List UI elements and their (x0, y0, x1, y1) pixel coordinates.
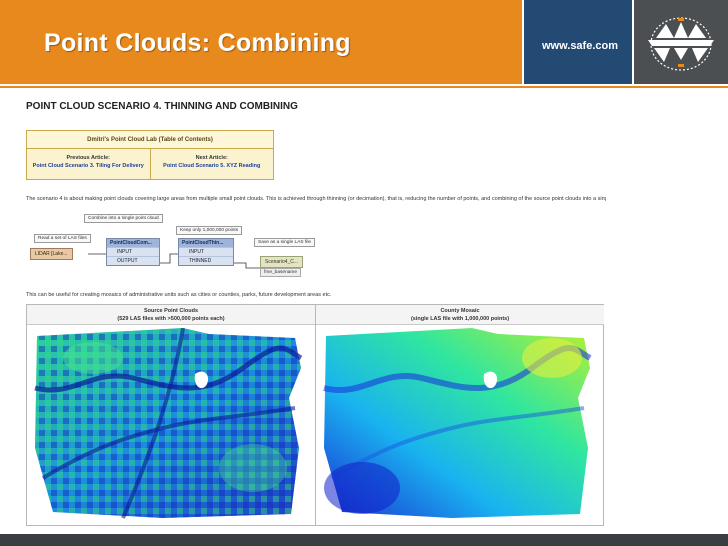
lidar-reader-node[interactable]: LIDAR [Lake... (30, 248, 73, 260)
source-cell: Source Point Clouds (529 LAS files with … (27, 305, 316, 525)
title-bar: Point Clouds: Combining (0, 0, 522, 84)
annotation-combine: Combine into a single point cloud (84, 214, 163, 223)
toc-box: Dmitri's Point Cloud Lab (Table of Conte… (26, 130, 274, 180)
pointcloud-combiner-node[interactable]: PointCloudCom... INPUT OUTPUT (106, 238, 160, 266)
toc-next-link[interactable]: Point Cloud Scenario 5. XYZ Reading (163, 163, 260, 169)
source-subtitle: (529 LAS files with >500,000 points each… (117, 316, 225, 322)
url-panel: www.safe.com (524, 0, 632, 84)
slide-header: Point Clouds: Combining www.safe.com (0, 0, 728, 88)
annotation-keep: Keep only 1,000,000 points (176, 226, 243, 235)
toc-prev-label: Previous Article: (66, 155, 110, 161)
comparison-table: Source Point Clouds (529 LAS files with … (26, 304, 604, 526)
combiner-input-port[interactable]: INPUT (107, 247, 159, 256)
toc-prev-link[interactable]: Point Cloud Scenario 3. Tiling For Deliv… (33, 163, 144, 169)
mosaic-cell: County Mosaic (single LAS file with 1,00… (316, 305, 604, 525)
toc-title[interactable]: Dmitri's Point Cloud Lab (Table of Conte… (27, 131, 273, 149)
thinner-input-port[interactable]: INPUT (179, 247, 233, 256)
combiner-output-port[interactable]: OUTPUT (107, 256, 159, 265)
annotation-save: Save as a single LAS file (254, 238, 316, 247)
mosaic-title: County Mosaic (440, 308, 480, 314)
intro-paragraph: The scenario 4 is about making point clo… (26, 196, 606, 202)
fme-logo-icon (648, 17, 714, 71)
slide-footer (0, 534, 728, 546)
logo-panel (634, 0, 728, 84)
thinner-output-port[interactable]: THINNED (179, 256, 233, 265)
slide-title: Point Clouds: Combining (44, 29, 351, 57)
article-heading: POINT CLOUD SCENARIO 4. THINNING AND COM… (26, 101, 298, 112)
note-paragraph: This can be useful for creating mosaics … (26, 292, 332, 298)
county-mosaic-image (323, 328, 592, 518)
toc-next-label: Next Article: (195, 155, 228, 161)
website-url: www.safe.com (542, 40, 619, 52)
annotation-read: Read a set of LAS files (34, 234, 91, 243)
las-writer-node[interactable]: Scenario4_C... (260, 256, 304, 268)
combiner-title: PointCloudCom... (107, 239, 159, 247)
header-rule (0, 86, 728, 88)
source-caption: Source Point Clouds (529 LAS files with … (27, 305, 315, 325)
mosaic-caption: County Mosaic (single LAS file with 1,00… (316, 305, 604, 325)
pointcloud-thinner-node[interactable]: PointCloudThin... INPUT THINNED (178, 238, 234, 266)
source-point-cloud-image (34, 328, 303, 519)
mosaic-subtitle: (single LAS file with 1,000,000 points) (410, 316, 510, 322)
writer-feature-type[interactable]: fme_basename (260, 268, 302, 277)
workflow-diagram: Read a set of LAS files Combine into a s… (26, 210, 326, 282)
toc-previous: Previous Article: Point Cloud Scenario 3… (27, 149, 150, 179)
source-title: Source Point Clouds (143, 308, 199, 314)
thinner-title: PointCloudThin... (179, 239, 233, 247)
toc-next: Next Article: Point Cloud Scenario 5. XY… (149, 149, 274, 179)
